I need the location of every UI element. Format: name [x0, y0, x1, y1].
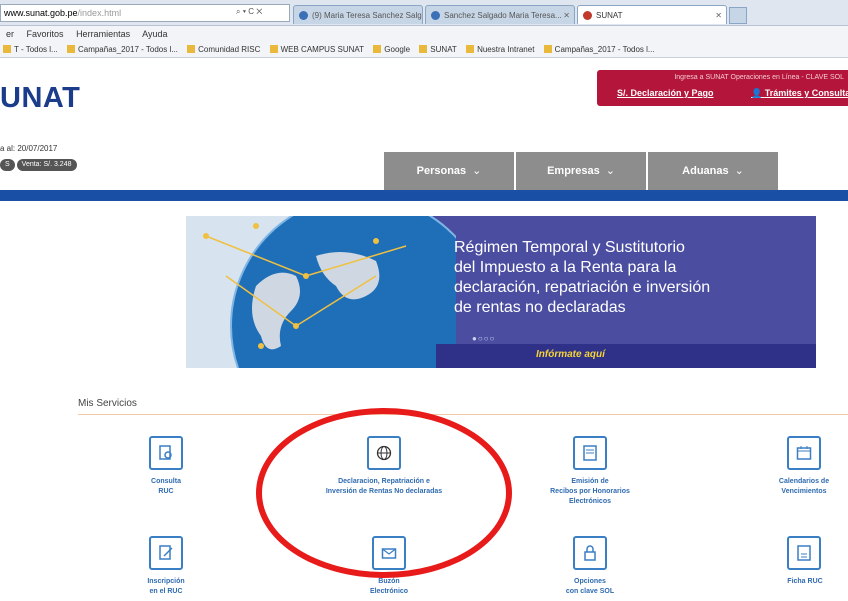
- services-divider: [78, 414, 848, 415]
- calendar-icon[interactable]: [787, 436, 821, 470]
- favorite-link[interactable]: T - Todos l...: [3, 45, 58, 54]
- tab-close-icon[interactable]: ✕: [563, 6, 570, 24]
- nav-label: Personas: [416, 165, 467, 177]
- address-domain: www.sunat.gob.pe: [4, 8, 78, 18]
- promo-banner[interactable]: Régimen Temporal y Sustitutorio del Impu…: [186, 216, 816, 368]
- banner-line: de rentas no declaradas: [454, 299, 626, 316]
- rate-compra-badge: S: [0, 159, 15, 171]
- service-ficha-ruc[interactable]: Ficha RUC: [770, 577, 840, 587]
- favorite-link[interactable]: Comunidad RISC: [187, 45, 260, 54]
- banner-line: del Impuesto a la Renta para la: [454, 259, 677, 276]
- receipt-icon[interactable]: [573, 436, 607, 470]
- globe-illustration-icon: [203, 216, 456, 368]
- nav-label: Aduanas: [682, 165, 729, 177]
- menu-item-tools[interactable]: Herramientas: [76, 29, 130, 39]
- menu-item-favorites[interactable]: Favoritos: [27, 29, 64, 39]
- favorite-link[interactable]: Google: [373, 45, 410, 54]
- service-buzon-electronico[interactable]: Buzón Electrónico: [349, 577, 429, 597]
- banner-cta-link[interactable]: Infórmate aquí: [536, 349, 605, 360]
- chevron-down-icon: ⌄: [734, 165, 744, 177]
- services-title: Mis Servicios: [78, 398, 137, 409]
- lock-icon[interactable]: [573, 536, 607, 570]
- chevron-down-icon: ⌄: [605, 165, 615, 177]
- favorites-bar: T - Todos l... Campañas_2017 - Todos l..…: [0, 42, 848, 58]
- address-controls[interactable]: ⌕ ▾ C ✕: [236, 7, 262, 17]
- tab-favicon-icon: [583, 11, 592, 20]
- banner-line: Régimen Temporal y Sustitutorio: [454, 239, 685, 256]
- tab-label: SUNAT: [596, 11, 623, 20]
- banner-headline: Régimen Temporal y Sustitutorio del Impu…: [454, 238, 794, 318]
- nav-personas[interactable]: Personas ⌄: [384, 152, 514, 190]
- menu-item-view[interactable]: er: [6, 29, 14, 39]
- online-operations-text[interactable]: Ingresa a SUNAT Operaciones en Línea - C…: [674, 74, 844, 81]
- annotation-circle: [256, 408, 512, 578]
- favorite-link[interactable]: Nuestra Intranet: [466, 45, 534, 54]
- file-icon[interactable]: [787, 536, 821, 570]
- user-icon: 👤: [751, 88, 765, 98]
- rate-venta-badge: Venta: S/. 3.248: [16, 159, 77, 171]
- new-tab-button[interactable]: [729, 7, 747, 24]
- favorite-link[interactable]: SUNAT: [419, 45, 457, 54]
- browser-tab-2[interactable]: Sanchez Salgado Maria Teresa... ✕: [425, 5, 575, 24]
- exchange-rate-date: a al: 20/07/2017: [0, 144, 58, 153]
- tramites-consultas-label: Trámites y Consultas: [764, 88, 848, 98]
- banner-cta-strip[interactable]: Infórmate aquí: [436, 344, 816, 368]
- tab-favicon-icon: [299, 11, 308, 20]
- document-search-icon[interactable]: [149, 436, 183, 470]
- menu-bar: er Favoritos Herramientas Ayuda: [0, 26, 848, 42]
- tab-label: (9) Maria Teresa Sanchez Salga...: [312, 11, 423, 20]
- tab-close-icon[interactable]: ✕: [715, 6, 722, 24]
- service-inscripcion-ruc[interactable]: Inscripción en el RUC: [126, 577, 206, 597]
- nav-aduanas[interactable]: Aduanas ⌄: [648, 152, 778, 190]
- chevron-down-icon: ⌄: [472, 165, 482, 177]
- menu-item-help[interactable]: Ayuda: [142, 29, 167, 39]
- banner-line: declaración, repatriación e inversión: [454, 279, 711, 296]
- online-operations-box: Ingresa a SUNAT Operaciones en Línea - C…: [597, 70, 848, 106]
- nav-label: Empresas: [547, 165, 600, 177]
- header-divider: [0, 190, 848, 201]
- tab-label: Sanchez Salgado Maria Teresa...: [444, 11, 562, 20]
- service-recibos-honorarios[interactable]: Emisión de Recibos por Honorarios Electr…: [520, 477, 660, 507]
- favorite-link[interactable]: Campañas_2017 - Todos l...: [544, 45, 655, 54]
- service-consulta-ruc[interactable]: Consulta RUC: [126, 477, 206, 497]
- carousel-dots[interactable]: ●○○○: [472, 334, 495, 343]
- browser-toolbar: www.sunat.gob.pe/index.html (9) Maria Te…: [0, 0, 848, 26]
- nav-empresas[interactable]: Empresas ⌄: [516, 152, 646, 190]
- address-path: /index.html: [77, 8, 122, 18]
- exchange-rates: S Venta: S/. 3.248: [0, 159, 79, 171]
- service-opciones-clave-sol[interactable]: Opciones con clave SOL: [550, 577, 630, 597]
- declaracion-pago-link[interactable]: S/. Declaración y Pago: [617, 88, 714, 98]
- edit-document-icon[interactable]: [149, 536, 183, 570]
- service-calendarios[interactable]: Calendarios de Vencimientos: [760, 477, 848, 497]
- favorite-link[interactable]: WEB CAMPUS SUNAT: [270, 45, 364, 54]
- tab-favicon-icon: [431, 11, 440, 20]
- tramites-consultas-link[interactable]: 👤 Trámites y Consultas: [751, 88, 848, 99]
- favorite-link[interactable]: Campañas_2017 - Todos l...: [67, 45, 178, 54]
- browser-tab-1[interactable]: (9) Maria Teresa Sanchez Salga...: [293, 5, 423, 24]
- browser-tab-sunat[interactable]: SUNAT ✕: [577, 5, 727, 24]
- sunat-logo[interactable]: UNAT: [0, 82, 80, 115]
